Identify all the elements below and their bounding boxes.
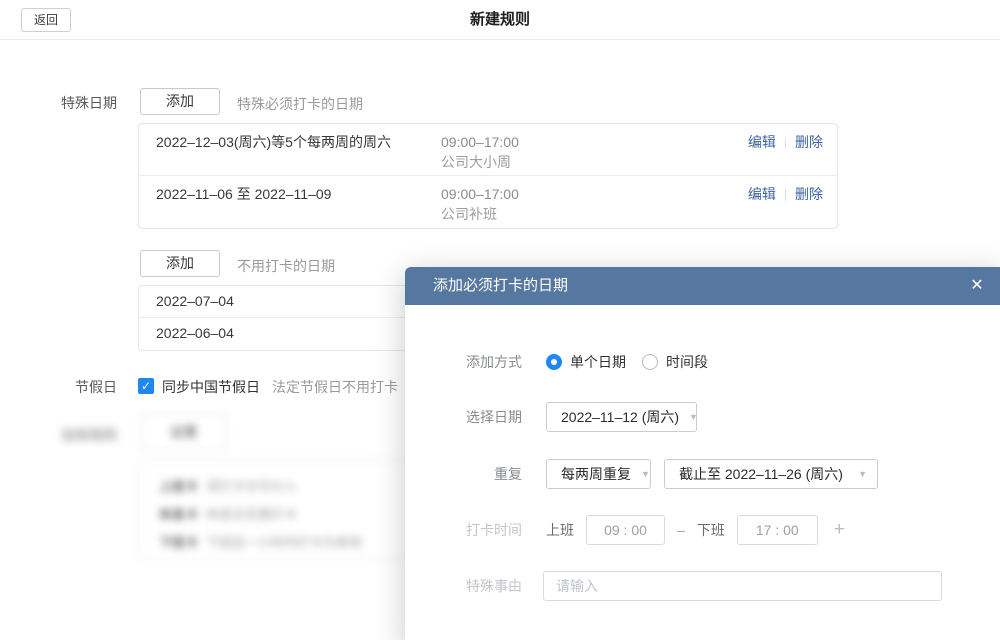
punch-time-row: 打卡时间 上班 – 下班 + <box>405 515 1000 545</box>
modal-header: 添加必须打卡的日期 ✕ <box>405 267 1000 305</box>
blurred-section-label: 加班规则 <box>37 425 117 445</box>
modal-title: 添加必须打卡的日期 <box>433 267 568 305</box>
row-note: 公司补班 <box>441 204 497 224</box>
special-reason-input[interactable] <box>543 571 942 601</box>
row-date: 2022–11–06 至 2022–11–09 <box>156 184 331 204</box>
work-start-label: 上班 <box>546 520 574 540</box>
must-punch-dates-table: 2022–12–03(周六)等5个每两周的周六 09:00–17:00 公司大小… <box>138 123 838 229</box>
row-time: 09:00–17:00 <box>441 132 519 152</box>
radio-time-range[interactable] <box>642 354 658 370</box>
special-reason-row: 特殊事由 <box>405 571 1000 601</box>
top-bar: 返回 新建规则 <box>0 0 1000 40</box>
holiday-hint: 法定节假日不用打卡 <box>272 377 398 397</box>
sync-china-holiday-checkbox-label[interactable]: 同步中国节假日 <box>162 377 260 397</box>
row-time: 09:00–17:00 <box>441 184 519 204</box>
add-mode-label: 添加方式 <box>405 352 522 372</box>
holiday-label: 节假日 <box>37 377 117 397</box>
repeat-row: 重复 每两周重复 ▼ 截止至 2022–11–26 (周六) ▼ <box>405 459 1000 489</box>
edit-link[interactable]: 编辑 <box>748 184 776 204</box>
blurred-section: 加班规则 设置 上班卡须打卡方可计入 休息卡休息日无需打卡 下班卡下班后一小时内… <box>0 405 460 570</box>
add-mode-row: 添加方式 单个日期 时间段 <box>405 348 1000 376</box>
link-divider: | <box>784 135 787 149</box>
select-date-row: 选择日期 2022–11–12 (周六) ▼ <box>405 402 1000 432</box>
close-icon[interactable]: ✕ <box>965 267 989 305</box>
select-date-label: 选择日期 <box>405 407 522 427</box>
table-row: 2022–11–06 至 2022–11–09 09:00–17:00 公司补班… <box>139 176 837 228</box>
date-select-dropdown[interactable]: 2022–11–12 (周六) ▼ <box>546 402 697 432</box>
work-start-time-input[interactable] <box>586 515 665 545</box>
add-no-punch-date-button[interactable]: 添加 <box>140 250 220 277</box>
work-end-time-input[interactable] <box>737 515 818 545</box>
no-punch-hint: 不用打卡的日期 <box>237 256 335 276</box>
repeat-label: 重复 <box>405 464 522 484</box>
radio-single-date-label[interactable]: 单个日期 <box>570 352 626 372</box>
radio-time-range-label[interactable]: 时间段 <box>666 352 708 372</box>
table-row: 2022–12–03(周六)等5个每两周的周六 09:00–17:00 公司大小… <box>139 124 837 176</box>
link-divider: | <box>784 187 787 201</box>
page-title: 新建规则 <box>0 0 1000 40</box>
delete-link[interactable]: 删除 <box>795 132 823 152</box>
add-must-punch-date-button[interactable]: 添加 <box>140 88 220 115</box>
delete-link[interactable]: 删除 <box>795 184 823 204</box>
must-punch-hint: 特殊必须打卡的日期 <box>237 94 363 114</box>
repeat-until-dropdown[interactable]: 截止至 2022–11–26 (周六) ▼ <box>664 459 878 489</box>
chevron-down-icon: ▼ <box>679 412 698 422</box>
punch-time-label: 打卡时间 <box>405 520 522 540</box>
work-end-label: 下班 <box>697 520 725 540</box>
row-note: 公司大小周 <box>441 152 511 172</box>
edit-link[interactable]: 编辑 <box>748 132 776 152</box>
blurred-section-button[interactable]: 设置 <box>140 413 227 451</box>
row-date: 2022–12–03(周六)等5个每两周的周六 <box>156 132 391 152</box>
add-must-punch-date-modal: 添加必须打卡的日期 ✕ 添加方式 单个日期 时间段 选择日期 2022–11–1… <box>405 267 1000 640</box>
time-range-dash: – <box>677 522 685 538</box>
chevron-down-icon: ▼ <box>631 469 650 479</box>
special-dates-label: 特殊日期 <box>37 93 117 113</box>
add-time-icon[interactable]: + <box>834 519 845 541</box>
special-reason-label: 特殊事由 <box>405 576 522 596</box>
sync-china-holiday-checkbox[interactable]: ✓ <box>138 378 154 394</box>
repeat-frequency-dropdown[interactable]: 每两周重复 ▼ <box>546 459 651 489</box>
radio-single-date[interactable] <box>546 354 562 370</box>
new-rule-page: 返回 新建规则 特殊日期 添加 特殊必须打卡的日期 2022–12–03(周六)… <box>0 0 1000 640</box>
chevron-down-icon: ▼ <box>848 469 867 479</box>
